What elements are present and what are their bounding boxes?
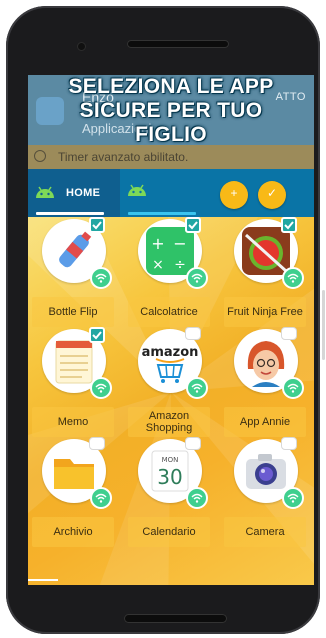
wifi-icon[interactable] [186,377,208,399]
tab-home[interactable]: HOME [28,169,120,217]
add-button[interactable]: + [220,181,248,209]
app-tile-bottle-flip[interactable]: Bottle Flip [28,217,124,329]
app-tile-camera[interactable]: Camera [220,437,314,549]
wifi-icon[interactable] [90,487,112,509]
app-tile-amazon-shopping[interactable]: amazon Amazon Shopping [124,327,220,439]
amazon-wordmark: amazon [142,345,199,360]
earpiece-speaker [127,40,229,48]
app-name: Calendario [142,526,196,538]
app-label-box: Camera [224,517,306,547]
unselected-checkbox[interactable] [89,437,105,450]
app-name: Fruit Ninja Free [227,306,303,318]
selected-checkbox[interactable] [89,217,105,233]
app-tile-calcolatrice[interactable]: + − × ÷ Calcolatrice [124,217,220,329]
app-name: Camera [245,526,285,538]
wifi-icon[interactable] [282,267,304,289]
wifi-icon[interactable] [186,487,208,509]
app-label-box: Bottle Flip [32,297,114,327]
selected-checkbox[interactable] [89,327,105,343]
screen: Enzo Applicazioni ATTO SELEZIONA LE APP … [28,75,314,585]
plus-icon: + [230,186,238,200]
wifi-icon[interactable] [90,267,112,289]
svg-text:×: × [152,257,164,273]
wifi-icon[interactable] [282,377,304,399]
svg-text:+: + [151,234,164,253]
app-name: Bottle Flip [48,306,98,318]
app-label-box: Amazon Shopping [128,407,210,437]
app-name: Amazon Shopping [145,410,193,434]
tab-home-indicator [36,212,104,215]
banner-line-1: SELEZIONA LE APP [68,75,274,98]
app-name: App Annie [239,416,291,428]
app-name: Calcolatrice [140,306,198,318]
app-name: Memo [57,416,89,428]
selected-checkbox[interactable] [281,217,297,233]
app-tile-fruit-ninja[interactable]: Fruit Ninja Free [220,217,314,329]
check-icon: ✓ [266,186,278,200]
tab-android[interactable] [120,169,212,217]
svg-text:÷: ÷ [174,257,186,273]
android-icon [36,186,54,198]
app-label-box: Calcolatrice [128,297,210,327]
wifi-icon[interactable] [90,377,112,399]
app-tile-calendario[interactable]: MON 30 Calendario [124,437,220,549]
calendar-day: 30 [157,465,182,489]
calendar-month: MON [162,456,179,464]
app-tile-app-annie[interactable]: App Annie [220,327,314,439]
front-camera [78,43,85,50]
svg-text:−: − [173,234,186,253]
unselected-checkbox[interactable] [281,327,297,340]
confirm-button[interactable]: ✓ [258,181,286,209]
banner-line-3: FIGLIO [135,123,207,146]
tab-home-label: HOME [66,187,101,199]
app-grid: Bottle Flip + − × ÷ Calcolatrice Fruit N… [28,217,314,585]
app-label-box: App Annie [224,407,306,437]
selected-checkbox[interactable] [185,217,201,233]
wifi-icon[interactable] [186,267,208,289]
banner-line-2: SICURE PER TUO [79,99,263,122]
app-label-box: Calendario [128,517,210,547]
app-tile-memo[interactable]: Memo [28,327,124,439]
wifi-icon[interactable] [282,487,304,509]
unselected-checkbox[interactable] [185,437,201,450]
app-name: Archivio [53,526,93,538]
bottom-speaker [124,614,227,623]
app-label-box: Fruit Ninja Free [224,297,306,327]
instruction-banner: SELEZIONA LE APP SICURE PER TUO FIGLIO [28,75,314,153]
unselected-checkbox[interactable] [185,327,201,340]
side-button [322,290,325,360]
unselected-checkbox[interactable] [281,437,297,450]
app-label-box: Memo [32,407,114,437]
tab-bar: HOME + ✓ [28,169,314,217]
scroll-indicator [28,579,58,581]
app-tile-archivio[interactable]: Archivio [28,437,124,549]
android-icon [128,184,146,196]
app-label-box: Archivio [32,517,114,547]
tab-android-indicator [128,212,196,215]
